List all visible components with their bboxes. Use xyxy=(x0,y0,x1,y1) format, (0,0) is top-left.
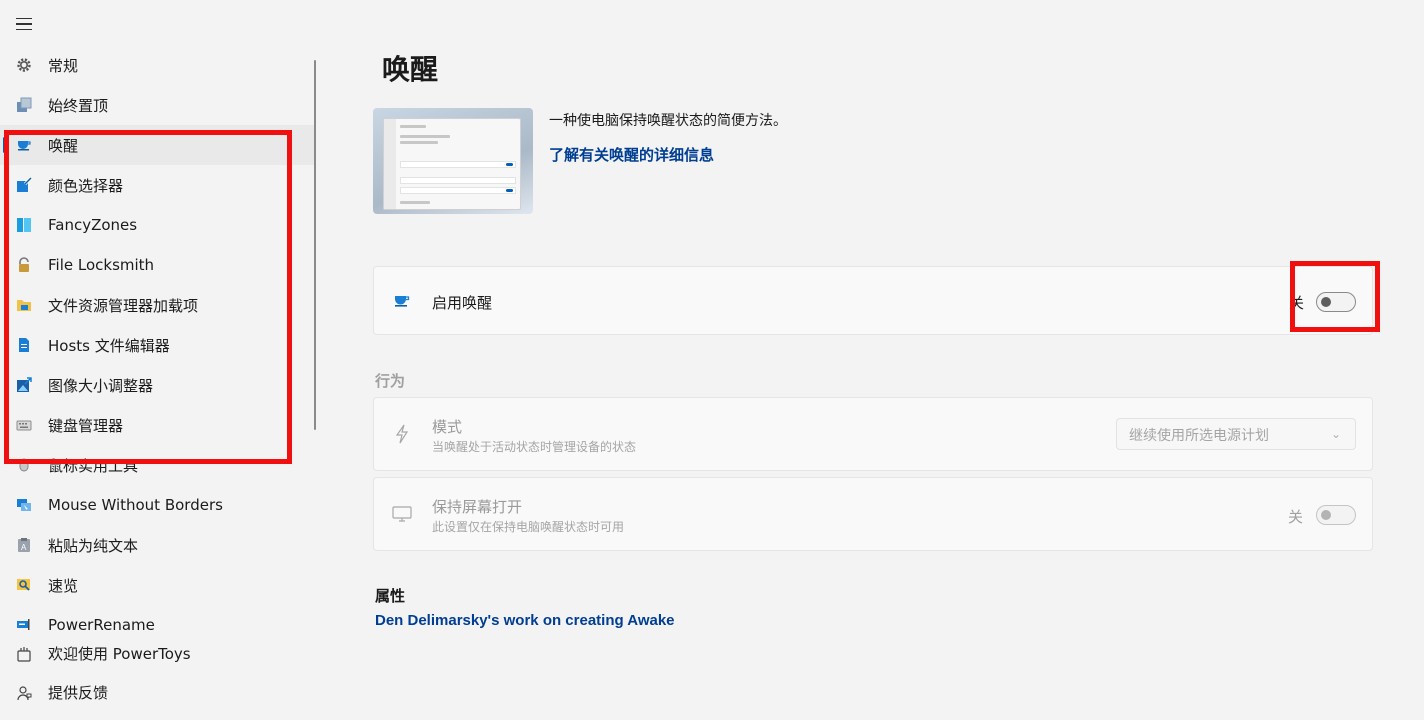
sidebar-item-general[interactable]: 常规 xyxy=(0,45,315,85)
keyboard-icon xyxy=(16,417,32,433)
monitor-icon xyxy=(392,504,412,524)
sidebar-item-label: 粘贴为纯文本 xyxy=(48,536,139,555)
coffee-cup-icon xyxy=(16,137,32,153)
hamburger-menu-icon[interactable] xyxy=(14,14,36,34)
sidebar-item-label: Hosts 文件编辑器 xyxy=(48,336,170,355)
sidebar-item-always-on-top[interactable]: 始终置顶 xyxy=(0,85,315,125)
welcome-icon xyxy=(16,646,32,662)
enable-awake-state: 关 xyxy=(1289,294,1305,312)
mode-dropdown-value: 继续使用所选电源计划 xyxy=(1129,428,1269,444)
keep-screen-on-toggle[interactable] xyxy=(1316,505,1356,525)
sidebar-item-label: 唤醒 xyxy=(48,136,79,155)
enable-awake-card: 启用唤醒 关 xyxy=(373,266,1373,335)
sidebar-item-label: Mouse Without Borders xyxy=(48,496,223,514)
sidebar-item-label: 文件资源管理器加载项 xyxy=(48,296,199,315)
keep-screen-on-subtitle: 此设置仅在保持电脑唤醒状态时可用 xyxy=(432,520,625,534)
document-icon xyxy=(16,337,32,353)
rename-icon xyxy=(16,617,32,633)
folder-icon xyxy=(16,297,32,313)
sidebar-item-peek[interactable]: 速览 xyxy=(0,565,315,605)
sidebar-item-file-explorer-addons[interactable]: 文件资源管理器加载项 xyxy=(0,285,315,325)
sidebar-footer: 欢迎使用 PowerToys 提供反馈 xyxy=(0,634,315,712)
chevron-down-icon: ⌄ xyxy=(1330,427,1341,441)
keep-screen-on-state: 关 xyxy=(1288,508,1304,526)
mode-title: 模式 xyxy=(432,418,463,436)
sidebar-item-label: 键盘管理器 xyxy=(48,416,124,435)
sidebar-item-label: 始终置顶 xyxy=(48,96,109,115)
keep-screen-on-title: 保持屏幕打开 xyxy=(432,498,523,516)
sidebar-item-label: PowerRename xyxy=(48,616,155,634)
sidebar-item-mouse-without-borders[interactable]: Mouse Without Borders xyxy=(0,485,315,525)
sidebar-item-keyboard-manager[interactable]: 键盘管理器 xyxy=(0,405,315,445)
sidebar-item-fancyzones[interactable]: FancyZones xyxy=(0,205,315,245)
color-picker-icon xyxy=(16,177,32,193)
sidebar-scrollbar[interactable] xyxy=(314,60,316,430)
always-on-top-icon xyxy=(16,97,32,113)
svg-text:A: A xyxy=(21,543,27,552)
hero-screenshot-image xyxy=(373,108,533,214)
paste-text-icon: A xyxy=(16,537,32,553)
sidebar-item-mouse-utilities[interactable]: 鼠标实用工具 xyxy=(0,445,315,485)
sidebar-item-awake[interactable]: 唤醒 xyxy=(0,125,315,165)
enable-awake-label: 启用唤醒 xyxy=(432,294,493,312)
keep-screen-on-card: 保持屏幕打开 此设置仅在保持电脑唤醒状态时可用 关 xyxy=(373,477,1373,551)
sidebar-item-label: 鼠标实用工具 xyxy=(48,456,139,475)
sidebar-nav: 常规 始终置顶 唤醒 颜色选择器 FancyZones File Locksmi… xyxy=(0,45,315,645)
lightning-icon xyxy=(392,424,412,444)
mouse-without-borders-icon xyxy=(16,497,32,513)
attribution-section-header: 属性 xyxy=(375,587,406,605)
sidebar-item-paste-plain-text[interactable]: A 粘贴为纯文本 xyxy=(0,525,315,565)
mode-card: 模式 当唤醒处于活动状态时管理设备的状态 继续使用所选电源计划 ⌄ xyxy=(373,397,1373,471)
mode-subtitle: 当唤醒处于活动状态时管理设备的状态 xyxy=(432,440,637,454)
page-title: 唤醒 xyxy=(382,53,439,86)
sidebar-item-welcome[interactable]: 欢迎使用 PowerToys xyxy=(0,634,315,673)
fancyzones-icon xyxy=(16,217,32,233)
sidebar-item-label: 提供反馈 xyxy=(48,684,109,702)
enable-awake-toggle[interactable] xyxy=(1316,292,1356,312)
mode-dropdown[interactable]: 继续使用所选电源计划 ⌄ xyxy=(1116,418,1356,450)
sidebar-item-file-locksmith[interactable]: File Locksmith xyxy=(0,245,315,285)
module-description: 一种使电脑保持唤醒状态的简便方法。 xyxy=(549,113,787,129)
sidebar-item-image-resizer[interactable]: 图像大小调整器 xyxy=(0,365,315,405)
sidebar-item-feedback[interactable]: 提供反馈 xyxy=(0,673,315,712)
lock-icon xyxy=(16,257,32,273)
sidebar-item-label: 速览 xyxy=(48,576,79,595)
sidebar-item-label: FancyZones xyxy=(48,216,138,234)
sidebar-item-label: 颜色选择器 xyxy=(48,176,124,195)
feedback-icon xyxy=(16,685,32,701)
sidebar-item-color-picker[interactable]: 颜色选择器 xyxy=(0,165,315,205)
peek-icon xyxy=(16,577,32,593)
sidebar-item-label: 图像大小调整器 xyxy=(48,376,154,395)
coffee-cup-icon xyxy=(392,291,412,311)
image-resize-icon xyxy=(16,377,32,393)
sidebar-item-hosts-editor[interactable]: Hosts 文件编辑器 xyxy=(0,325,315,365)
learn-more-link[interactable]: 了解有关唤醒的详细信息 xyxy=(549,144,714,165)
mouse-icon xyxy=(16,457,32,473)
attribution-link[interactable]: Den Delimarsky's work on creating Awake xyxy=(375,612,675,629)
sidebar-item-label: 常规 xyxy=(48,56,79,75)
behavior-section-header: 行为 xyxy=(375,372,406,390)
gear-icon xyxy=(16,57,32,73)
sidebar-item-label: 欢迎使用 PowerToys xyxy=(48,645,191,663)
sidebar-item-label: File Locksmith xyxy=(48,256,155,274)
